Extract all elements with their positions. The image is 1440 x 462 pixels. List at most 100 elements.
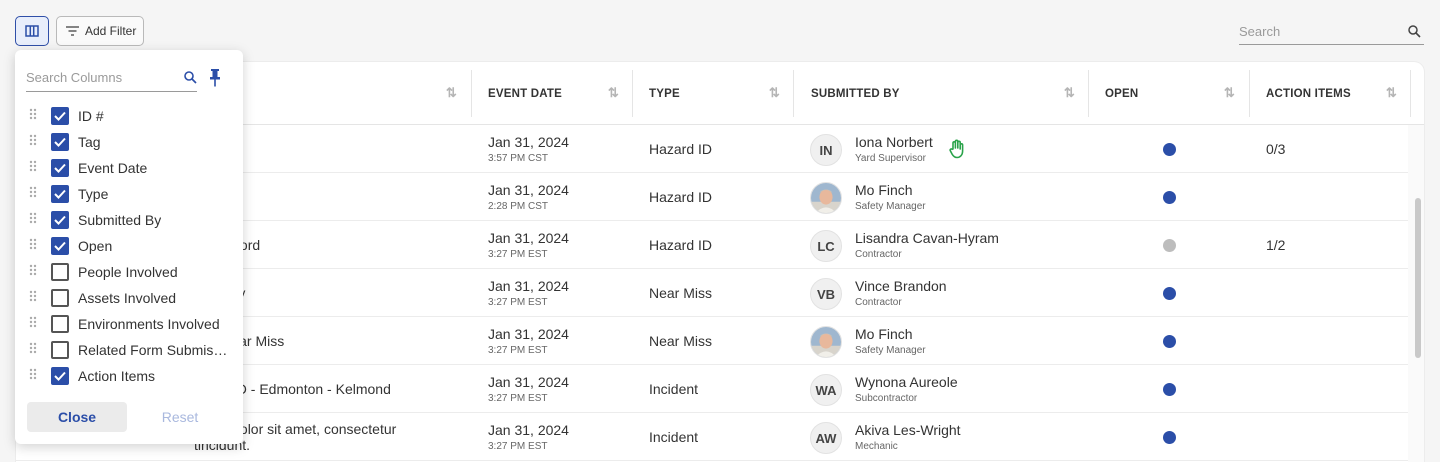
drag-handle-icon[interactable] <box>29 186 37 198</box>
event-date: Jan 31, 2024 <box>488 326 569 342</box>
column-option[interactable]: People Involved <box>29 259 239 285</box>
scrollbar-thumb[interactable] <box>1415 198 1421 358</box>
search-icon[interactable] <box>184 70 197 84</box>
header-type[interactable]: TYPE ⇅ <box>649 62 794 125</box>
sort-icon[interactable]: ⇅ <box>446 85 457 101</box>
drag-handle-icon[interactable] <box>29 264 37 276</box>
type-cell: Incident <box>649 365 698 413</box>
sort-icon[interactable]: ⇅ <box>769 85 780 101</box>
column-checkbox[interactable] <box>51 159 69 177</box>
drag-handle[interactable] <box>29 341 39 359</box>
sort-icon[interactable]: ⇅ <box>608 85 619 101</box>
drag-handle-icon[interactable] <box>29 134 37 146</box>
column-checkbox[interactable] <box>51 107 69 125</box>
column-checkbox[interactable] <box>51 263 69 281</box>
columns-search-input[interactable]: Search Columns <box>26 63 197 92</box>
column-option[interactable]: Related Form Submissions <box>29 337 239 363</box>
column-checkbox[interactable] <box>51 211 69 229</box>
column-option[interactable]: Event Date <box>29 155 239 181</box>
column-checkbox[interactable] <box>51 185 69 203</box>
drag-handle[interactable] <box>29 289 39 307</box>
event-date-cell: Jan 31, 2024 3:27 PM EST <box>488 221 569 269</box>
column-checkbox[interactable] <box>51 315 69 333</box>
reset-button[interactable]: Reset <box>145 402 215 432</box>
drag-handle-icon[interactable] <box>29 108 37 120</box>
avatar: AW <box>810 422 842 454</box>
drag-handle-icon[interactable] <box>29 238 37 250</box>
header-action-items-label: ACTION ITEMS <box>1266 87 1351 100</box>
event-type: Near Miss <box>649 285 713 301</box>
event-time: 3:27 PM EST <box>488 345 548 356</box>
column-option[interactable]: Environments Involved <box>29 311 239 337</box>
search-icon[interactable] <box>1408 24 1421 38</box>
sort-icon[interactable]: ⇅ <box>1224 85 1235 101</box>
column-option-label: Open <box>78 238 113 254</box>
column-option[interactable]: ID # <box>29 103 239 129</box>
avatar <box>810 326 842 358</box>
columns-toggle-button[interactable] <box>15 16 49 46</box>
column-checkbox[interactable] <box>51 237 69 255</box>
column-checkbox[interactable] <box>51 133 69 151</box>
avatar-photo <box>811 183 841 213</box>
column-option[interactable]: Open <box>29 233 239 259</box>
column-checkbox[interactable] <box>51 367 69 385</box>
type-cell: Hazard ID <box>649 173 712 221</box>
table-search-input[interactable]: Search <box>1239 18 1424 45</box>
event-time: 3:57 PM CST <box>488 153 549 164</box>
drag-handle[interactable] <box>29 159 39 177</box>
columns-panel: Search Columns ID # Tag Event Date Type Subm… <box>15 50 243 444</box>
open-status-dot <box>1163 143 1176 156</box>
drag-handle[interactable] <box>29 237 39 255</box>
drag-handle[interactable] <box>29 367 39 385</box>
drag-handle[interactable] <box>29 211 39 229</box>
drag-handle[interactable] <box>29 315 39 333</box>
column-checkbox[interactable] <box>51 289 69 307</box>
sort-icon[interactable]: ⇅ <box>1064 85 1075 101</box>
header-event-date[interactable]: EVENT DATE ⇅ <box>488 62 633 125</box>
add-filter-button[interactable]: Add Filter <box>56 16 144 46</box>
column-option-label: People Involved <box>78 264 178 280</box>
drag-handle[interactable] <box>29 133 39 151</box>
event-time: 3:27 PM EST <box>488 441 548 452</box>
type-cell: Hazard ID <box>649 125 712 173</box>
column-option-label: Type <box>78 186 109 202</box>
column-option-label: Environments Involved <box>78 316 220 332</box>
submitted-by-cell: Iona Norbert Yard Supervisor <box>855 125 1085 173</box>
header-submitted-by[interactable]: SUBMITTED BY ⇅ <box>811 62 1089 125</box>
column-option-label: Submitted By <box>78 212 162 228</box>
event-time: 2:28 PM CST <box>488 201 549 212</box>
event-date: Jan 31, 2024 <box>488 134 569 150</box>
submitter-name: Mo Finch <box>855 182 913 198</box>
drag-handle-icon[interactable] <box>29 160 37 172</box>
header-action-items[interactable]: ACTION ITEMS ⇅ <box>1266 62 1411 125</box>
event-date-cell: Jan 31, 2024 3:27 PM EST <box>488 317 569 365</box>
drag-handle-icon[interactable] <box>29 316 37 328</box>
drag-handle[interactable] <box>29 185 39 203</box>
drag-handle-icon[interactable] <box>29 342 37 354</box>
header-event-date-label: EVENT DATE <box>488 87 562 100</box>
header-open[interactable]: OPEN ⇅ <box>1105 62 1249 125</box>
submitter-role: Subcontractor <box>855 393 918 404</box>
check-icon <box>54 215 66 225</box>
header-open-label: OPEN <box>1105 87 1139 100</box>
column-option[interactable]: Assets Involved <box>29 285 239 311</box>
drag-handle[interactable] <box>29 263 39 281</box>
column-option-label: ID # <box>78 108 104 124</box>
drag-handle-icon[interactable] <box>29 368 37 380</box>
column-option[interactable]: Submitted By <box>29 207 239 233</box>
drag-handle-icon[interactable] <box>29 212 37 224</box>
column-option[interactable]: Type <box>29 181 239 207</box>
event-date-cell: Jan 31, 2024 2:28 PM CST <box>488 173 569 221</box>
drag-handle-icon[interactable] <box>29 290 37 302</box>
table-scrollbar[interactable] <box>1408 125 1424 462</box>
event-date: Jan 31, 2024 <box>488 374 569 390</box>
pin-icon[interactable] <box>209 68 221 88</box>
close-button[interactable]: Close <box>27 402 127 432</box>
submitter-name: Wynona Aureole <box>855 374 958 390</box>
column-checkbox[interactable] <box>51 341 69 359</box>
open-status-dot <box>1163 383 1176 396</box>
sort-icon[interactable]: ⇅ <box>1386 85 1397 101</box>
column-option[interactable]: Tag <box>29 129 239 155</box>
column-option[interactable]: Action Items <box>29 363 239 389</box>
drag-handle[interactable] <box>29 107 39 125</box>
